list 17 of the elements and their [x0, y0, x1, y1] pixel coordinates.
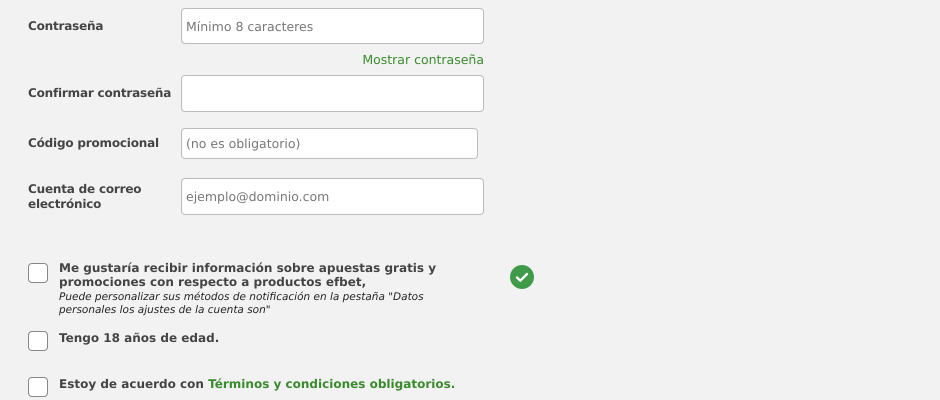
terms-link[interactable]: Términos y condiciones obligatorios.	[208, 377, 456, 391]
input-field[interactable]: ejemplo@dominio.com	[181, 178, 484, 215]
agreement-text: Estoy de acuerdo con Términos y condiciones obligatorios.	[59, 377, 456, 391]
field-label: Contraseña	[28, 18, 104, 34]
agreement-note: Puede personalizar sus métodos de notificación en la pestaña "Datos personales los ajustes de la cuenta son"	[59, 291, 425, 317]
agreement-text: Me gustaría recibir información sobre apuestas gratis y promociones con respecto a productos efbet,	[59, 261, 438, 289]
input-field[interactable]	[181, 75, 484, 112]
checkbox[interactable]	[28, 377, 48, 397]
field-label: Código promocional	[28, 136, 160, 151]
agreement-text: Tengo 18 años de edad.	[59, 331, 220, 345]
checkbox[interactable]	[28, 331, 48, 351]
input-field[interactable]: (no es obligatorio)	[181, 128, 478, 159]
input-field[interactable]: Mínimo 8 caracteres	[181, 8, 484, 44]
show-password-link[interactable]: Mostrar contraseña	[362, 52, 484, 67]
field-label: Cuenta de correo electrónico	[28, 182, 142, 212]
checkbox[interactable]	[28, 263, 48, 283]
field-label: Confirmar contraseña	[28, 86, 172, 101]
